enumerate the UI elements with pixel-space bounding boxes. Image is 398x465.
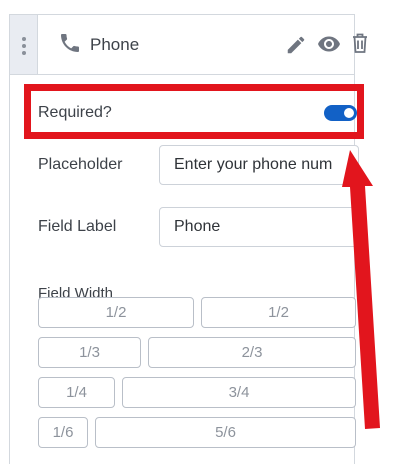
annotation-arrow: [342, 150, 380, 429]
